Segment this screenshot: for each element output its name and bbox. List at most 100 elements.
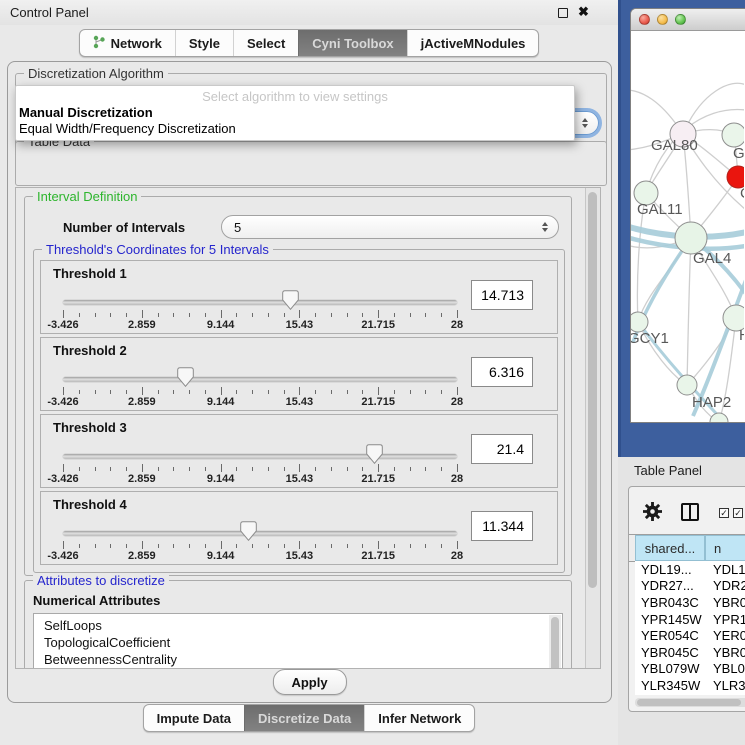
threshold-label: Threshold 1 — [53, 266, 127, 281]
slider-ticks — [63, 387, 457, 396]
popup-option-manual-discretization[interactable]: Manual Discretization — [19, 105, 153, 120]
node-label: GAL11 — [637, 201, 683, 218]
popup-option-equal-width-frequency[interactable]: Equal Width/Frequency Discretization — [19, 121, 236, 136]
interval-definition-group: Interval Definition Number of Intervals … — [24, 196, 572, 576]
threshold-value-field[interactable]: 6.316 — [471, 357, 533, 387]
minimize-traffic-light[interactable] — [657, 14, 668, 25]
apply-button[interactable]: Apply — [272, 669, 346, 695]
network-node[interactable] — [710, 413, 728, 422]
numerical-attributes-list[interactable]: SelfLoopsTopologicalCoefficientBetweenne… — [33, 613, 563, 669]
float-window-icon[interactable] — [558, 8, 568, 18]
slider-track[interactable] — [63, 531, 457, 536]
threshold-label: Threshold 4 — [53, 497, 127, 512]
network-node[interactable] — [677, 375, 697, 395]
table-row[interactable]: YBR043CYBR0 — [635, 594, 745, 611]
attribute-item[interactable]: TopologicalCoefficient — [34, 634, 562, 651]
checkbox-icon[interactable]: ✓ — [719, 508, 729, 518]
tab-cyni-toolbox[interactable]: Cyni Toolbox — [298, 30, 406, 56]
close-traffic-light[interactable] — [639, 14, 650, 25]
node-label: GCY1 — [631, 330, 669, 347]
attributes-scrollbar[interactable] — [549, 615, 561, 669]
attributes-to-discretize-group: Attributes to discretize Numerical Attri… — [24, 580, 572, 669]
table-cell: YDR2 — [705, 578, 745, 593]
gear-icon[interactable] — [643, 502, 662, 526]
split-columns-icon[interactable] — [681, 503, 699, 521]
table-row[interactable]: YDR27...YDR2 — [635, 578, 745, 595]
slider-track[interactable] — [63, 454, 457, 459]
threshold-row-4: Threshold 4 -3.4262.8599.14415.4321.71528… — [40, 491, 558, 565]
slider-tick-labels: -3.4262.8599.14415.4321.71528 — [63, 473, 457, 485]
tab-network[interactable]: Network — [80, 30, 175, 56]
attribute-item[interactable]: SelfLoops — [34, 617, 562, 634]
number-of-intervals-combobox[interactable]: 5 — [221, 215, 559, 239]
network-edge — [687, 238, 691, 385]
table-row[interactable]: YPR145WYPR1 — [635, 611, 745, 628]
table-row[interactable]: YLR345WYLR3 — [635, 677, 745, 694]
tab-label: Discretize Data — [258, 711, 351, 726]
tab-jactivemnodules[interactable]: jActiveMNodules — [407, 30, 539, 56]
checkbox-icon[interactable]: ✓ — [733, 508, 743, 518]
thresholds-group-title: Threshold's Coordinates for 5 Intervals — [42, 242, 273, 257]
threshold-row-1: Threshold 1 -3.4262.8599.14415.4321.71528… — [40, 260, 558, 334]
threshold-row-3: Threshold 3-3.4262.8599.14415.4321.71528… — [40, 414, 558, 488]
thresholds-group: Threshold's Coordinates for 5 Intervals … — [33, 249, 565, 573]
table-cell: YER054C — [635, 628, 705, 643]
scrollbar-thumb[interactable] — [551, 617, 559, 669]
bottom-tabbar: Impute Data Discretize Data Infer Network — [143, 704, 476, 732]
column-header[interactable]: shared... — [635, 535, 705, 561]
table-cell: YPR145W — [635, 612, 705, 627]
network-window-titlebar[interactable] — [631, 9, 745, 31]
combo-spinner-icon — [542, 222, 548, 232]
column-header[interactable]: n — [705, 535, 745, 561]
table-body: YDL19...YDL1YDR27...YDR2YBR043CYBR0YPR14… — [635, 561, 745, 695]
table-cell: YLR3 — [705, 678, 745, 693]
slider-track[interactable] — [63, 377, 457, 382]
table-cell: YER0 — [705, 628, 745, 643]
network-view-window[interactable]: GAL80GACGAL11GAL4GCY1HHAP2 — [630, 8, 745, 423]
tab-label: Style — [189, 36, 220, 51]
node-label: HAP2 — [692, 394, 731, 411]
slider-handle[interactable] — [282, 290, 299, 315]
network-canvas[interactable]: GAL80GACGAL11GAL4GCY1HHAP2 — [631, 30, 744, 422]
table-cell: YBR043C — [635, 595, 705, 610]
number-of-intervals-value: 5 — [234, 220, 241, 235]
table-header-row: shared...n — [629, 534, 745, 562]
tab-label: Network — [111, 36, 162, 51]
tab-discretize-data[interactable]: Discretize Data — [244, 705, 364, 731]
scrollbar-thumb[interactable] — [588, 192, 597, 588]
table-cell: YBR0 — [705, 645, 745, 660]
slider-handle[interactable] — [240, 521, 257, 546]
close-icon[interactable]: ✖ — [578, 4, 589, 20]
slider-handle[interactable] — [177, 367, 194, 392]
panel-vertical-scrollbar[interactable] — [585, 188, 600, 668]
tab-style[interactable]: Style — [175, 30, 233, 56]
table-row[interactable]: YDL19...YDL1 — [635, 561, 745, 578]
tab-impute-data[interactable]: Impute Data — [144, 705, 244, 731]
node-label: GA — [733, 145, 744, 162]
threshold-value-field[interactable]: 14.713 — [471, 280, 533, 310]
network-node[interactable] — [722, 123, 744, 147]
tab-infer-network[interactable]: Infer Network — [364, 705, 474, 731]
slider-tick-labels: -3.4262.8599.14415.4321.71528 — [63, 319, 457, 331]
tab-select[interactable]: Select — [233, 30, 298, 56]
attributes-group-title: Attributes to discretize — [33, 573, 169, 588]
table-row[interactable]: YBL079WYBL0 — [635, 661, 745, 678]
algorithm-dropdown-popup: Select algorithm to view settings Manual… — [15, 85, 575, 141]
table-cell: YLR345W — [635, 678, 705, 693]
slider-tick-labels: -3.4262.8599.14415.4321.71528 — [63, 550, 457, 562]
table-cell: YBR045C — [635, 645, 705, 660]
attribute-item[interactable]: BetweennessCentrality — [34, 651, 562, 668]
table-row[interactable]: YBR045CYBR0 — [635, 644, 745, 661]
threshold-value-field[interactable]: 21.4 — [471, 434, 533, 464]
settings-scroll-panel: Interval Definition Number of Intervals … — [15, 187, 601, 669]
threshold-value-field[interactable]: 11.344 — [471, 511, 533, 541]
zoom-traffic-light[interactable] — [675, 14, 686, 25]
scrollbar-thumb[interactable] — [637, 699, 741, 706]
network-node[interactable] — [631, 312, 648, 332]
slider-handle[interactable] — [366, 444, 383, 469]
tab-label: Cyni Toolbox — [312, 36, 393, 51]
node-label: H — [739, 327, 744, 344]
slider-track[interactable] — [63, 300, 457, 305]
table-row[interactable]: YER054CYER0 — [635, 627, 745, 644]
table-horizontal-scrollbar[interactable] — [635, 698, 745, 707]
